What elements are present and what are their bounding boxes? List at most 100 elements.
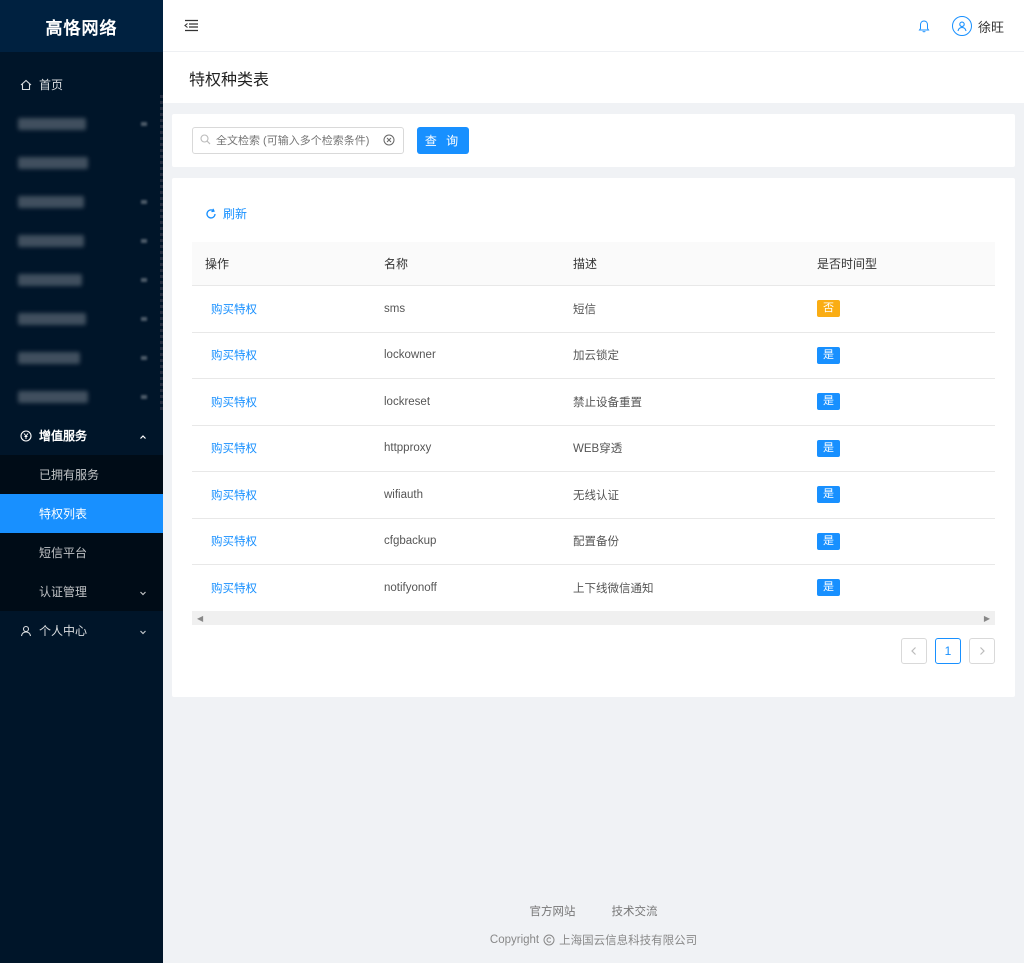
sidebar-item-label: 特权列表: [39, 507, 88, 521]
chevron-down-icon: [139, 586, 147, 600]
brand-logo[interactable]: 高恪网络: [0, 0, 163, 52]
privilege-desc: 加云锁定: [573, 350, 619, 363]
timed-badge: 是: [817, 346, 840, 364]
company-name: 上海国云信息科技有限公司: [559, 935, 698, 947]
chevron-down-icon: [141, 355, 147, 360]
sidebar-item-value-added[interactable]: 增值服务: [0, 416, 163, 455]
official-site-link[interactable]: 官方网站: [530, 903, 576, 919]
clear-icon[interactable]: [383, 134, 395, 149]
timed-badge: 否: [817, 300, 840, 318]
chevron-down-icon: [141, 394, 147, 399]
table-row: 购买特权 wifiauth 无线认证 是: [192, 472, 995, 519]
page-title: 特权种类表: [189, 71, 270, 89]
page-number-button[interactable]: 1: [935, 638, 961, 664]
pagination: 1: [893, 638, 995, 664]
buy-privilege-link[interactable]: 购买特权: [192, 533, 372, 549]
bell-icon[interactable]: [918, 19, 930, 33]
buy-privilege-link[interactable]: 购买特权: [192, 394, 372, 410]
refresh-icon: [206, 208, 216, 219]
tech-exchange-link[interactable]: 技术交流: [612, 903, 658, 919]
table-row: 购买特权 sms 短信 否: [192, 286, 995, 333]
sidebar: 高恪网络 首页 增值服务 已拥有服务 特权列表 短信平台 认证管理 个人中心: [0, 0, 163, 963]
sidebar-item-auth-management[interactable]: 认证管理: [0, 572, 163, 611]
obscured-label: [18, 390, 88, 403]
privilege-name: lockreset: [384, 395, 431, 408]
copyright-icon: [543, 934, 555, 946]
table-row: 购买特权 httpproxy WEB穿透 是: [192, 426, 995, 472]
sidebar-item-privilege-list[interactable]: 特权列表: [0, 494, 163, 533]
query-button[interactable]: 查 询: [417, 127, 469, 154]
next-page-button[interactable]: [969, 638, 995, 664]
privilege-name: lockowner: [384, 349, 436, 362]
top-header: 徐旺: [163, 0, 1024, 52]
user-menu[interactable]: 徐旺: [951, 16, 1004, 36]
menu-fold-icon[interactable]: [183, 19, 199, 33]
sidebar-item-obscured[interactable]: [0, 221, 163, 260]
sidebar-item-personal-center[interactable]: 个人中心: [0, 611, 163, 650]
sidebar-item-obscured[interactable]: [0, 299, 163, 338]
chevron-down-icon: [141, 238, 147, 243]
sidebar-item-obscured[interactable]: [0, 260, 163, 299]
buy-privilege-link[interactable]: 购买特权: [192, 580, 372, 596]
username: 徐旺: [977, 19, 1004, 35]
sidebar-item-home[interactable]: 首页: [0, 65, 163, 104]
timed-badge: 是: [817, 393, 840, 411]
buy-privilege-link[interactable]: 购买特权: [192, 440, 372, 456]
sidebar-item-owned-services[interactable]: 已拥有服务: [0, 455, 163, 494]
table-row: 购买特权 notifyonoff 上下线微信通知 是: [192, 565, 995, 612]
privilege-desc: 禁止设备重置: [573, 396, 642, 409]
buy-privilege-link[interactable]: 购买特权: [192, 347, 372, 363]
column-header[interactable]: 描述: [560, 255, 804, 272]
timed-badge: 是: [817, 486, 840, 504]
avatar: [951, 16, 972, 36]
sidebar-item-obscured[interactable]: [0, 182, 163, 221]
sidebar-menu: 首页 增值服务 已拥有服务 特权列表 短信平台 认证管理 个人中心: [0, 52, 163, 650]
chevron-up-icon: [139, 430, 147, 444]
search-input[interactable]: [216, 134, 376, 147]
sidebar-item-obscured[interactable]: [0, 377, 163, 416]
page-header: 特权种类表: [163, 52, 1024, 103]
sidebar-item-sms-platform[interactable]: 短信平台: [0, 533, 163, 572]
column-header[interactable]: 是否时间型: [804, 255, 995, 272]
sidebar-item-obscured[interactable]: [0, 143, 163, 182]
copyright: Copyright 上海国云信息科技有限公司: [163, 932, 1024, 948]
chevron-down-icon: [141, 121, 147, 126]
obscured-label: [18, 312, 86, 325]
value-added-submenu: 已拥有服务 特权列表 短信平台 认证管理: [0, 455, 163, 611]
home-icon: [20, 79, 32, 91]
table-row: 购买特权 cfgbackup 配置备份 是: [192, 519, 995, 565]
timed-badge: 是: [817, 532, 840, 550]
table-card: 刷新 操作 名称 描述 是否时间型 购买特权 sms 短信 否 购买特权 loc…: [172, 178, 1015, 697]
sidebar-item-obscured[interactable]: [0, 338, 163, 377]
obscured-label: [18, 195, 84, 208]
column-header[interactable]: 操作: [192, 255, 372, 272]
chevron-right-icon: [980, 647, 985, 655]
privilege-desc: 配置备份: [573, 536, 619, 549]
obscured-label: [18, 273, 82, 286]
sidebar-item-label: 已拥有服务: [39, 468, 100, 482]
scroll-left-icon[interactable]: ◀: [197, 614, 203, 623]
header-right: 徐旺: [918, 0, 1004, 52]
privilege-desc: WEB穿透: [573, 443, 623, 456]
privilege-desc: 上下线微信通知: [573, 582, 654, 595]
sidebar-scrollbar[interactable]: [160, 95, 163, 410]
sidebar-item-obscured[interactable]: [0, 104, 163, 143]
buy-privilege-link[interactable]: 购买特权: [192, 301, 372, 317]
refresh-button[interactable]: 刷新: [205, 205, 247, 222]
sidebar-item-label: 增值服务: [39, 429, 88, 443]
sidebar-item-label: 认证管理: [39, 585, 88, 599]
copyright-prefix: Copyright: [489, 934, 540, 946]
refresh-label: 刷新: [223, 207, 248, 221]
privilege-desc: 无线认证: [573, 489, 619, 502]
scroll-right-icon[interactable]: ▶: [984, 614, 990, 623]
column-header[interactable]: 名称: [372, 255, 560, 272]
timed-badge: 是: [817, 579, 840, 597]
chevron-down-icon: [141, 316, 147, 321]
buy-privilege-link[interactable]: 购买特权: [192, 487, 372, 503]
search-card: 查 询: [172, 114, 1015, 167]
privilege-name: notifyonoff: [384, 581, 437, 594]
table-horizontal-scrollbar[interactable]: ◀ ▶: [192, 611, 995, 625]
privilege-name: sms: [384, 302, 406, 315]
prev-page-button[interactable]: [901, 638, 927, 664]
footer: 官方网站 技术交流 Copyright 上海国云信息科技有限公司: [163, 903, 1024, 948]
